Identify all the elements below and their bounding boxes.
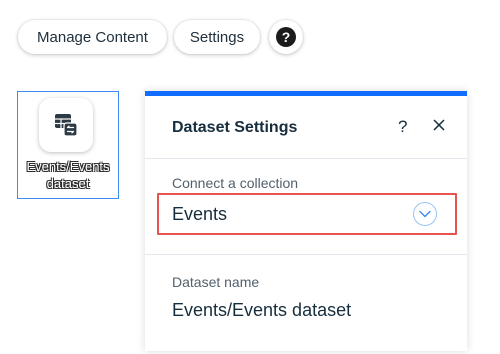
close-icon[interactable] (429, 115, 449, 135)
question-mark-icon: ? (276, 27, 296, 47)
help-button[interactable]: ? (269, 20, 303, 54)
settings-button[interactable]: Settings (174, 20, 260, 54)
dataset-icon (39, 98, 93, 152)
dataset-settings-panel: Dataset Settings ? Connect a collection … (145, 91, 467, 351)
dataset-table-icon (55, 114, 78, 137)
collection-dropdown[interactable]: Events (157, 193, 457, 235)
dataset-element-label: Events/Events dataset (26, 159, 110, 191)
chevron-down-icon[interactable] (413, 202, 437, 226)
panel-header: Dataset Settings ? (145, 96, 467, 159)
collection-value: Events (172, 204, 228, 224)
dataset-element[interactable]: Events/Events dataset (17, 91, 119, 199)
dataset-name-field[interactable]: Events/Events dataset (172, 300, 351, 321)
manage-content-button[interactable]: Manage Content (18, 20, 167, 54)
dataset-name-section: Dataset name Events/Events dataset (145, 254, 467, 354)
collection-section: Connect a collection Events (145, 158, 467, 255)
panel-title: Dataset Settings (172, 119, 298, 136)
dataset-name-label: Dataset name (172, 274, 260, 290)
panel-help-button[interactable]: ? (398, 117, 407, 137)
collection-label: Connect a collection (172, 175, 299, 191)
